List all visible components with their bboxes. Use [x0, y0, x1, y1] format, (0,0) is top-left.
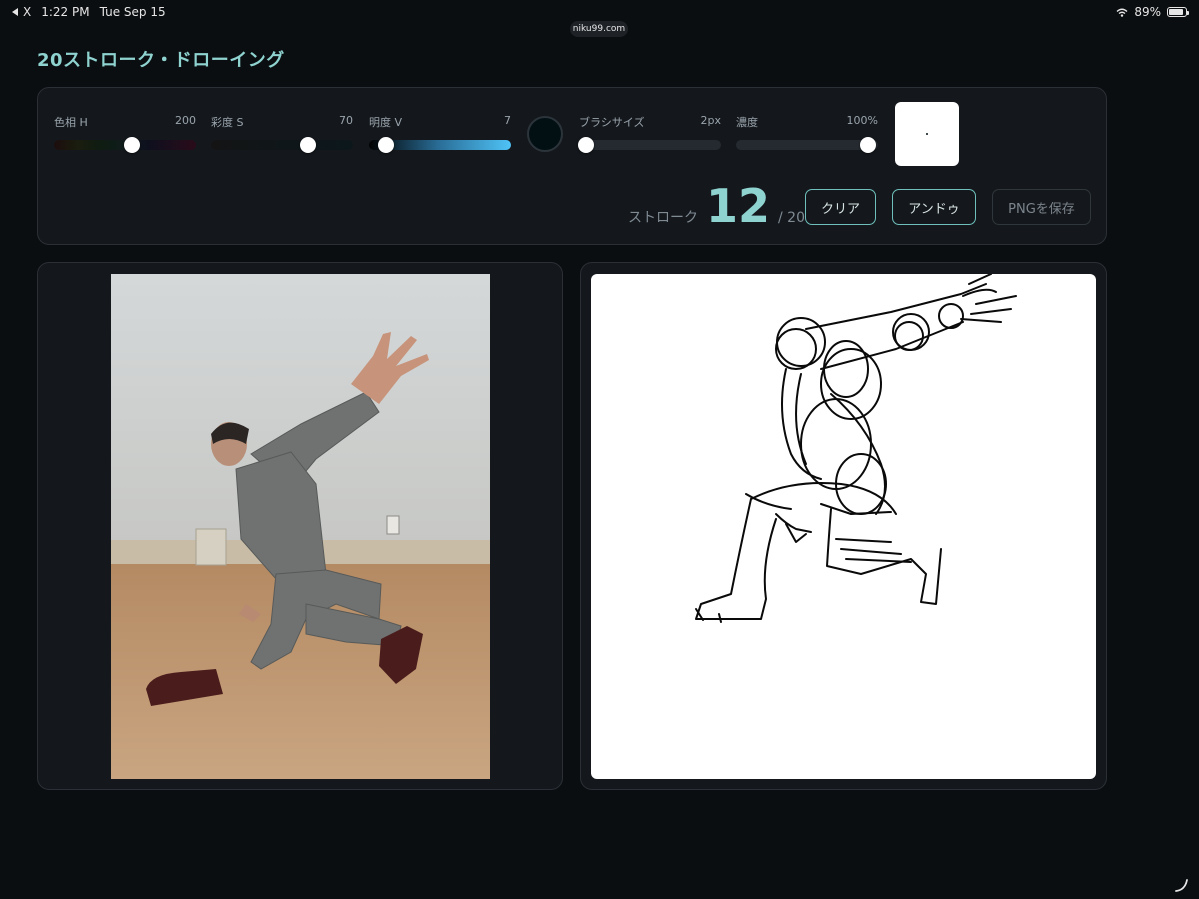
brightness-label: 明度 V [369, 116, 403, 129]
stroke-label: ストローク [628, 210, 698, 226]
status-date: Tue Sep 15 [99, 5, 166, 19]
undo-button[interactable]: アンドゥ [892, 189, 976, 225]
brush-size-value: 2px [700, 114, 722, 127]
saturation-value: 70 [339, 114, 353, 127]
hue-slider-group: 色相 H 200 [54, 114, 196, 153]
brightness-slider[interactable] [369, 137, 511, 153]
battery-level [1169, 9, 1184, 15]
stroke-count: 12 [706, 179, 771, 233]
clear-button[interactable]: クリア [805, 189, 876, 225]
stroke-counter: ストローク 12 / 20 [628, 183, 805, 233]
status-time: 1:22 PM [41, 5, 90, 19]
back-to-app[interactable]: X [12, 5, 31, 19]
control-panel: 色相 H 200 彩度 S 70 明度 V 7 ブラシサイズ 2px 濃度 10… [37, 87, 1107, 245]
brightness-value: 7 [504, 114, 511, 127]
opacity-slider[interactable] [736, 137, 878, 153]
hue-value: 200 [175, 114, 196, 127]
brightness-slider-thumb[interactable] [378, 137, 395, 153]
opacity-slider-thumb[interactable] [860, 137, 877, 153]
opacity-label: 濃度 [736, 116, 758, 129]
opacity-value: 100% [846, 114, 878, 127]
brightness-slider-group: 明度 V 7 [369, 114, 511, 153]
brush-size-slider[interactable] [578, 137, 721, 153]
saturation-slider-thumb[interactable] [299, 137, 316, 153]
brush-size-slider-thumb[interactable] [578, 137, 595, 153]
page-title: 20ストローク・ドローイング [37, 50, 285, 71]
current-color-swatch [527, 116, 563, 152]
wifi-icon [1116, 8, 1128, 17]
brush-size-label: ブラシサイズ [579, 116, 645, 129]
hue-slider-thumb[interactable] [124, 137, 141, 153]
drawing-canvas[interactable] [591, 274, 1096, 779]
saturation-slider[interactable] [211, 137, 353, 153]
brush-preview [895, 102, 959, 166]
back-app-label: X [23, 5, 32, 19]
battery-icon [1167, 7, 1189, 17]
reference-photo [111, 274, 490, 779]
url-pill[interactable]: niku99.com [570, 21, 628, 37]
saturation-slider-group: 彩度 S 70 [211, 114, 353, 153]
battery-percent: 89% [1134, 5, 1161, 19]
save-png-button[interactable]: PNGを保存 [992, 189, 1091, 225]
hue-label: 色相 H [54, 116, 88, 129]
opacity-slider-group: 濃度 100% [736, 114, 878, 153]
resize-corner-icon [1175, 879, 1188, 892]
hue-slider[interactable] [54, 137, 196, 153]
reference-card [37, 262, 563, 790]
stroke-total: / 20 [778, 210, 805, 226]
brush-size-slider-group: ブラシサイズ 2px [578, 114, 722, 153]
back-arrow-icon [12, 8, 18, 16]
drawing-card [580, 262, 1107, 790]
saturation-label: 彩度 S [211, 116, 244, 129]
brush-preview-dot [926, 133, 928, 135]
